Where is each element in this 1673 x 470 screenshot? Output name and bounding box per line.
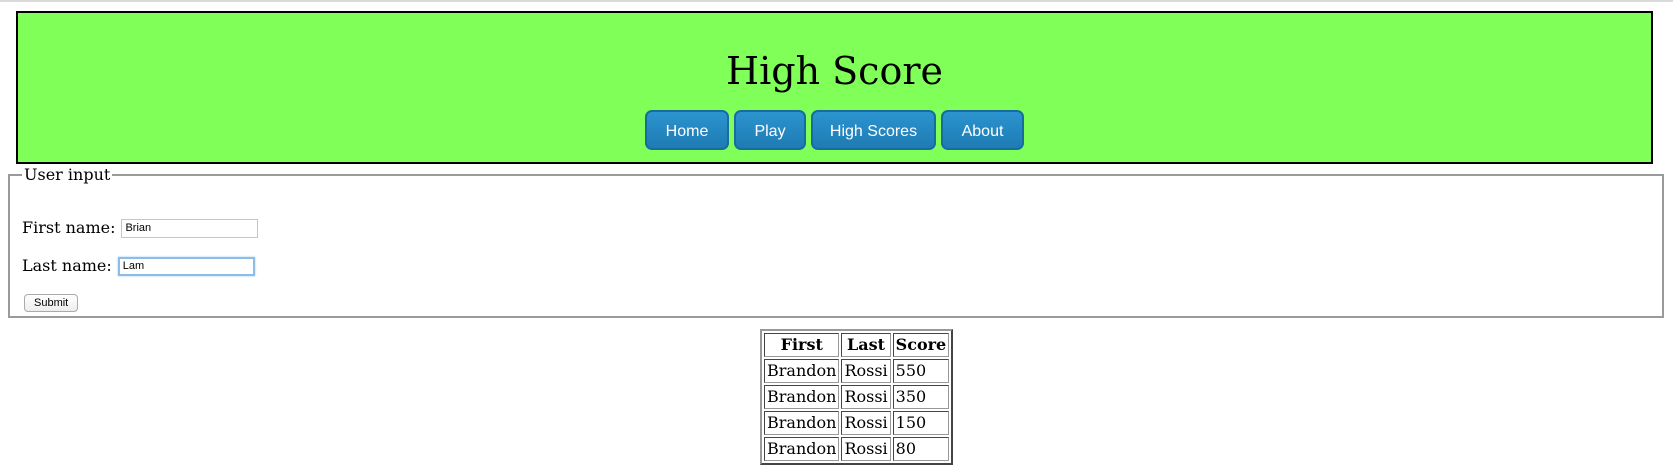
column-header-score: Score [892, 333, 950, 357]
column-header-last: Last [841, 333, 891, 357]
table-row: Brandon Rossi 550 [764, 359, 950, 383]
table-header-row: First Last Score [764, 333, 950, 357]
cell-last: Rossi [841, 437, 891, 461]
cell-first: Brandon [764, 411, 840, 435]
fieldset-legend: User input [24, 165, 111, 184]
first-name-row: First name: [22, 218, 259, 238]
nav-home-button[interactable]: Home [645, 110, 729, 150]
first-name-label: First name: [22, 218, 116, 237]
high-scores-table: First Last Score Brandon Rossi 550 Brand… [760, 329, 954, 465]
nav-play-button[interactable]: Play [734, 110, 806, 150]
last-name-row: Last name: [22, 256, 255, 276]
cell-last: Rossi [841, 359, 891, 383]
nav-about-button[interactable]: About [941, 110, 1024, 150]
page-header: High Score Home Play High Scores About [16, 11, 1653, 164]
column-header-first: First [764, 333, 840, 357]
main-nav: Home Play High Scores About [18, 110, 1651, 150]
cell-score: 150 [892, 411, 950, 435]
cell-first: Brandon [764, 359, 840, 383]
cell-first: Brandon [764, 385, 840, 409]
last-name-label: Last name: [22, 256, 112, 275]
user-input-fieldset: User input First name: Last name: Submit [8, 166, 1664, 318]
table-row: Brandon Rossi 80 [764, 437, 950, 461]
cell-last: Rossi [841, 411, 891, 435]
submit-button[interactable]: Submit [24, 294, 79, 312]
nav-high-scores-button[interactable]: High Scores [811, 110, 936, 150]
table-row: Brandon Rossi 150 [764, 411, 950, 435]
table-row: Brandon Rossi 350 [764, 385, 950, 409]
cell-last: Rossi [841, 385, 891, 409]
page-title: High Score [725, 49, 943, 93]
cell-score: 80 [892, 437, 950, 461]
first-name-input[interactable] [121, 218, 259, 238]
cell-score: 350 [892, 385, 950, 409]
cell-first: Brandon [764, 437, 840, 461]
cell-score: 550 [892, 359, 950, 383]
window-top-line [0, 0, 1673, 2]
last-name-input[interactable] [117, 256, 255, 276]
